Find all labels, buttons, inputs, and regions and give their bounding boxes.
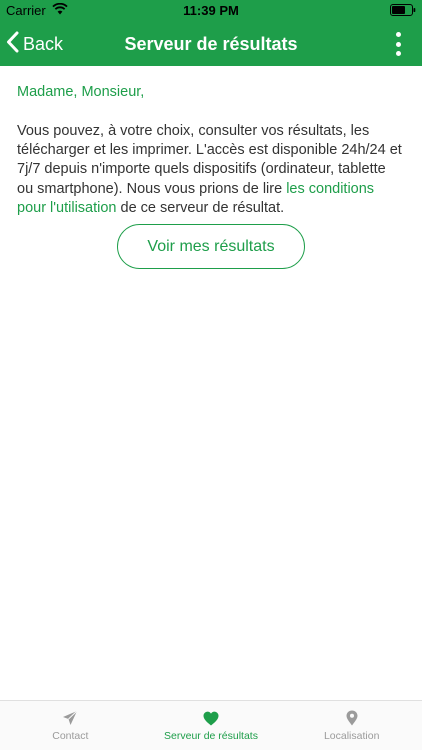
more-dot-icon [395,32,401,37]
tab-bar: Contact Serveur de résultats Localisatio… [0,700,422,750]
greeting: Madame, Monsieur, [17,84,145,100]
status-time: 11:39 PM [183,3,239,18]
battery-icon [390,4,416,19]
more-options-button[interactable] [392,32,404,56]
heart-icon [203,710,219,726]
tab-label-contact: Contact [52,730,89,742]
paragraph-text-end: de ce serveur de résultat. [116,199,285,216]
tab-results[interactable]: Serveur de résultats [141,701,282,750]
view-results-button[interactable]: Voir mes résultats [117,224,305,269]
tab-location[interactable]: Localisation [281,701,422,750]
tab-contact[interactable]: Contact [0,701,141,750]
back-label: Back [23,33,64,54]
status-bar: Carrier 11:39 PM [0,0,422,22]
main-content: Madame, Monsieur, Vous pouvez, à votre c… [17,82,405,218]
chevron-left-icon [6,31,19,58]
paper-plane-icon [62,710,78,726]
location-pin-icon [346,710,358,726]
tab-label-location: Localisation [323,730,380,742]
tab-label-results: Serveur de résultats [164,730,258,742]
nav-bar: Back Serveur de résultats [0,22,422,66]
back-button[interactable]: Back [6,22,63,66]
intro-paragraph: Vous pouvez, à votre choix, consulter vo… [17,122,405,218]
page-title: Serveur de résultats [124,34,298,54]
more-dot-icon [395,41,401,47]
more-dot-icon [395,51,401,56]
